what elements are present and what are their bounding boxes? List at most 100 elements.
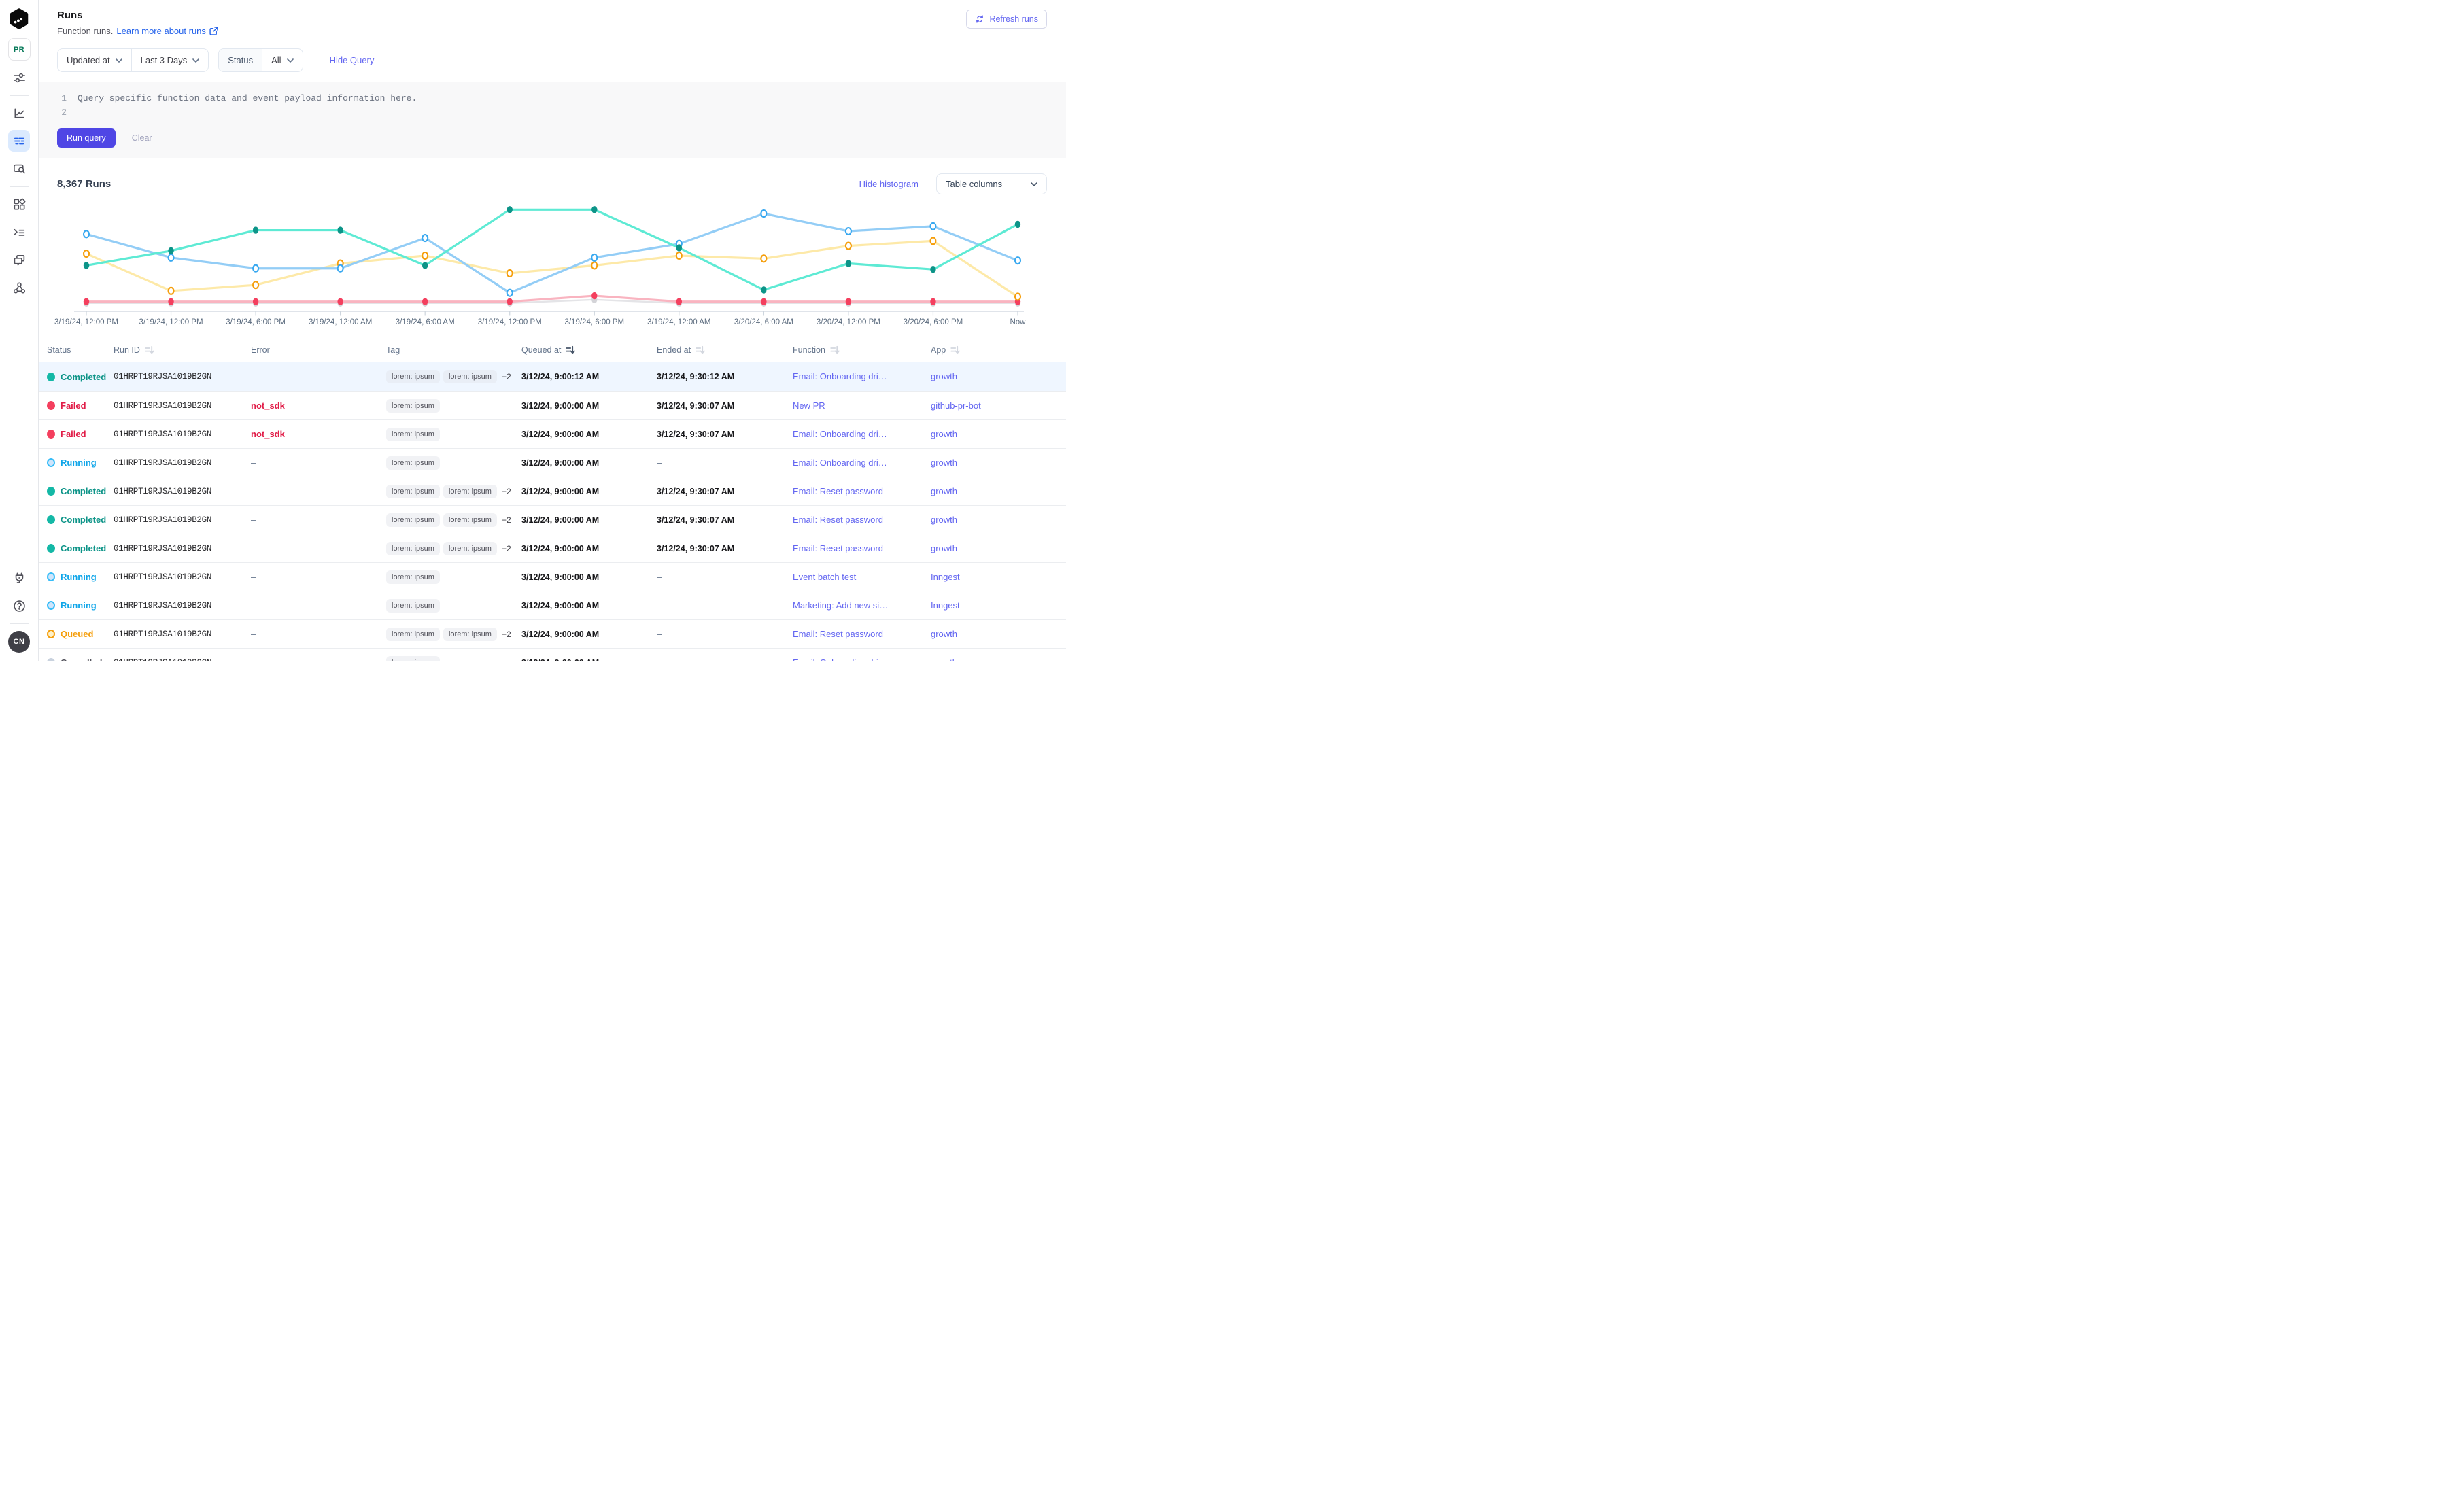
app-link[interactable]: Inngest bbox=[931, 572, 960, 582]
user-avatar[interactable]: CN bbox=[8, 631, 30, 653]
function-link[interactable]: Email: Reset password bbox=[793, 543, 883, 553]
app-link[interactable]: Inngest bbox=[931, 600, 960, 611]
sidebar-item-runs[interactable] bbox=[8, 130, 30, 152]
data-point[interactable] bbox=[1015, 293, 1020, 300]
data-point[interactable] bbox=[169, 254, 174, 261]
app-link[interactable]: growth bbox=[931, 371, 957, 381]
tag-overflow-count[interactable]: +2 bbox=[502, 515, 511, 525]
table-row[interactable]: Running 01HRPT19RJSA1019B2GN – lorem: ip… bbox=[39, 448, 1066, 477]
table-columns-dropdown[interactable]: Table columns bbox=[936, 173, 1047, 194]
data-point[interactable] bbox=[846, 243, 851, 250]
table-row[interactable]: Queued 01HRPT19RJSA1019B2GN – lorem: ips… bbox=[39, 619, 1066, 648]
app-link[interactable]: growth bbox=[931, 657, 957, 662]
clear-query-button[interactable]: Clear bbox=[132, 133, 152, 143]
table-row[interactable]: Running 01HRPT19RJSA1019B2GN – lorem: ip… bbox=[39, 591, 1066, 619]
function-link[interactable]: Email: Reset password bbox=[793, 486, 883, 496]
data-point[interactable] bbox=[168, 298, 173, 305]
sidebar-item-apps[interactable] bbox=[8, 193, 30, 215]
data-point[interactable] bbox=[253, 298, 258, 305]
function-link[interactable]: Email: Onboarding dri… bbox=[793, 458, 887, 468]
sidebar-item-dev-server[interactable] bbox=[8, 567, 30, 589]
data-point[interactable] bbox=[930, 237, 935, 244]
function-link[interactable]: New PR bbox=[793, 400, 825, 411]
data-point[interactable] bbox=[930, 298, 935, 305]
data-point[interactable] bbox=[761, 210, 766, 217]
data-point[interactable] bbox=[84, 298, 89, 305]
tag-overflow-count[interactable]: +2 bbox=[502, 487, 511, 496]
app-link[interactable]: github-pr-bot bbox=[931, 400, 981, 411]
refresh-runs-button[interactable]: Refresh runs bbox=[966, 10, 1047, 29]
table-row[interactable]: Completed 01HRPT19RJSA1019B2GN – lorem: … bbox=[39, 505, 1066, 534]
sidebar-item-settings[interactable] bbox=[8, 67, 30, 88]
function-link[interactable]: Email: Reset password bbox=[793, 515, 883, 525]
data-point[interactable] bbox=[930, 266, 935, 273]
data-point[interactable] bbox=[930, 223, 935, 230]
environment-badge[interactable]: PR bbox=[8, 38, 31, 61]
data-point[interactable] bbox=[846, 298, 851, 305]
data-point[interactable] bbox=[761, 286, 766, 293]
data-point[interactable] bbox=[846, 260, 851, 267]
column-header-run-id[interactable]: Run ID bbox=[114, 345, 251, 355]
data-point[interactable] bbox=[1015, 221, 1020, 228]
data-point[interactable] bbox=[337, 298, 343, 305]
table-row[interactable]: Failed 01HRPT19RJSA1019B2GN not_sdk lore… bbox=[39, 419, 1066, 448]
tag-overflow-count[interactable]: +2 bbox=[502, 372, 511, 381]
column-header-queued-at[interactable]: Queued at bbox=[521, 345, 657, 355]
tag-overflow-count[interactable]: +2 bbox=[502, 544, 511, 553]
run-query-button[interactable]: Run query bbox=[57, 128, 116, 148]
data-point[interactable] bbox=[676, 298, 682, 305]
data-point[interactable] bbox=[676, 252, 682, 259]
data-point[interactable] bbox=[422, 252, 428, 259]
app-link[interactable]: growth bbox=[931, 629, 957, 639]
function-link[interactable]: Event batch test bbox=[793, 572, 856, 582]
data-point[interactable] bbox=[846, 228, 851, 235]
data-point[interactable] bbox=[591, 206, 597, 213]
table-row[interactable]: Failed 01HRPT19RJSA1019B2GN not_sdk lore… bbox=[39, 391, 1066, 419]
data-point[interactable] bbox=[338, 265, 343, 272]
data-point[interactable] bbox=[591, 262, 597, 269]
data-point[interactable] bbox=[507, 270, 513, 277]
data-point[interactable] bbox=[507, 290, 513, 296]
column-header-ended-at[interactable]: Ended at bbox=[657, 345, 793, 355]
table-row[interactable]: Cancelled 01HRPT19RJSA1019B2GN – lorem: … bbox=[39, 648, 1066, 661]
data-point[interactable] bbox=[84, 230, 89, 237]
status-filter-dropdown[interactable]: All bbox=[262, 49, 302, 71]
sidebar-item-events[interactable] bbox=[8, 249, 30, 271]
data-point[interactable] bbox=[422, 298, 428, 305]
function-link[interactable]: Email: Onboarding dri… bbox=[793, 371, 887, 381]
hide-query-link[interactable]: Hide Query bbox=[330, 55, 375, 65]
table-row[interactable]: Completed 01HRPT19RJSA1019B2GN – lorem: … bbox=[39, 362, 1066, 391]
inngest-logo-icon[interactable] bbox=[6, 7, 32, 33]
data-point[interactable] bbox=[1015, 257, 1020, 264]
tag-overflow-count[interactable]: +2 bbox=[502, 630, 511, 639]
data-point[interactable] bbox=[761, 255, 766, 262]
data-point[interactable] bbox=[253, 226, 258, 233]
sidebar-item-functions[interactable] bbox=[8, 221, 30, 243]
column-header-app[interactable]: App bbox=[931, 345, 1066, 355]
data-point[interactable] bbox=[676, 244, 682, 251]
function-link[interactable]: Email: Onboarding dri… bbox=[793, 429, 887, 439]
app-link[interactable]: growth bbox=[931, 458, 957, 468]
data-point[interactable] bbox=[253, 281, 258, 288]
data-point[interactable] bbox=[507, 298, 513, 305]
app-link[interactable]: growth bbox=[931, 486, 957, 496]
function-link[interactable]: Email: Onboarding dri… bbox=[793, 657, 887, 662]
function-link[interactable]: Marketing: Add new si… bbox=[793, 600, 888, 611]
data-point[interactable] bbox=[507, 206, 513, 213]
sidebar-item-webhooks[interactable] bbox=[8, 277, 30, 298]
table-row[interactable]: Completed 01HRPT19RJSA1019B2GN – lorem: … bbox=[39, 534, 1066, 562]
sidebar-item-metrics[interactable] bbox=[8, 102, 30, 124]
app-link[interactable]: growth bbox=[931, 429, 957, 439]
data-point[interactable] bbox=[591, 254, 597, 261]
table-row[interactable]: Running 01HRPT19RJSA1019B2GN – lorem: ip… bbox=[39, 562, 1066, 591]
data-point[interactable] bbox=[253, 265, 258, 272]
table-row[interactable]: Completed 01HRPT19RJSA1019B2GN – lorem: … bbox=[39, 477, 1066, 505]
learn-more-link[interactable]: Learn more about runs bbox=[116, 26, 219, 36]
data-point[interactable] bbox=[84, 250, 89, 257]
data-point[interactable] bbox=[169, 288, 174, 294]
time-range-dropdown[interactable]: Last 3 Days bbox=[131, 49, 209, 71]
hide-histogram-link[interactable]: Hide histogram bbox=[859, 179, 918, 189]
app-link[interactable]: growth bbox=[931, 515, 957, 525]
data-point[interactable] bbox=[84, 262, 89, 269]
data-point[interactable] bbox=[337, 226, 343, 233]
